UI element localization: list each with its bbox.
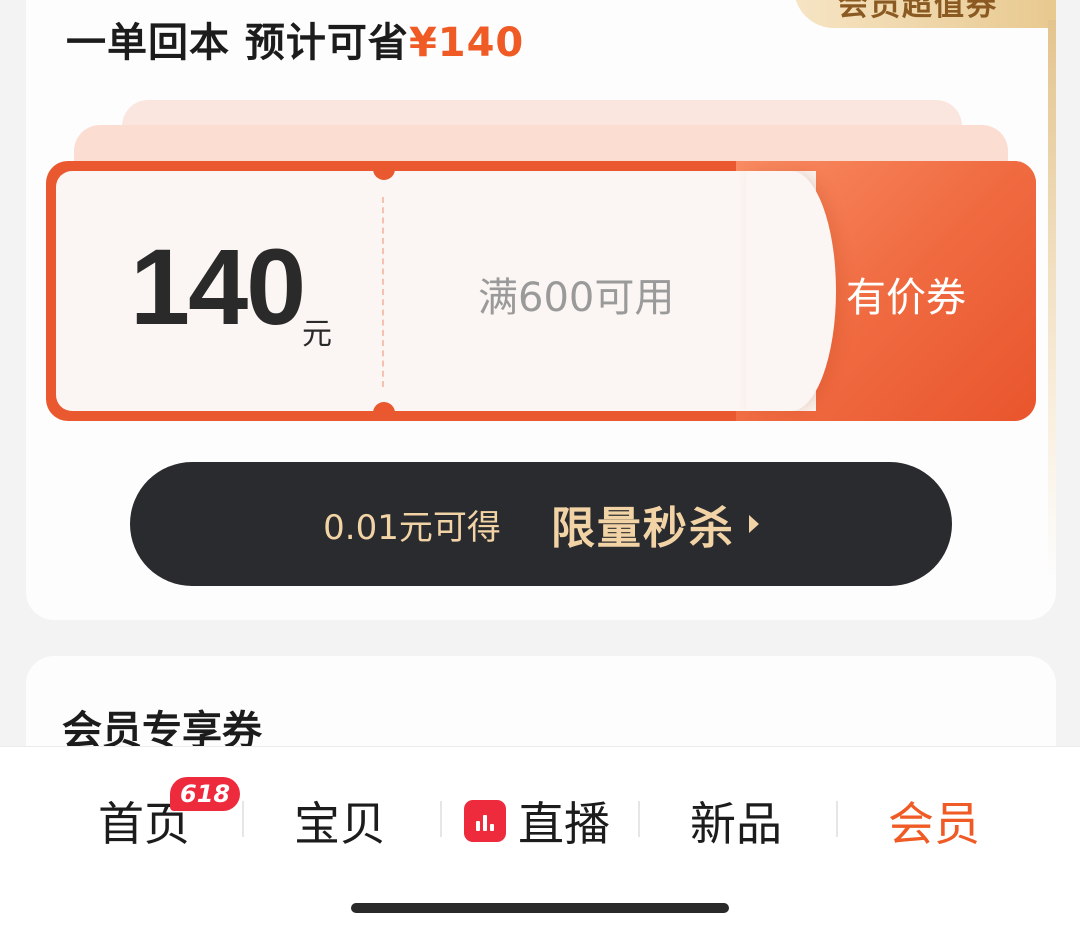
coupon-type-label: 有价券 [846,275,966,321]
coupon-amount: 140 [130,226,306,347]
promo-headline: 一单回本 预计可省¥140 [66,10,524,68]
coupon-notch-bottom [373,402,395,421]
member-value-badge: 会员超值券 [794,0,1056,28]
card-gold-edge [1048,20,1056,580]
tab-divider [242,801,244,837]
chevron-right-icon [748,515,759,533]
corner-badge-label: 会员超值券 [838,0,998,23]
tab-member[interactable]: 会员 [888,791,980,851]
coupon-unit: 元 [302,317,332,352]
flash-sale-button[interactable]: 0.01元可得 限量秒杀 [130,462,952,586]
tab-new-label: 新品 [690,797,782,851]
tab-divider [638,801,640,837]
flash-sale-label: 限量秒杀 [550,503,735,554]
tab-divider [440,801,442,837]
coupon-divider [382,197,384,387]
tab-items[interactable]: 宝贝 [294,791,386,851]
coupon-ticket[interactable]: 140 元 满600可用 有价券 [46,161,1036,421]
tab-member-label: 会员 [888,797,980,851]
tab-live[interactable]: 直播 [464,791,610,851]
tab-live-label: 直播 [518,797,610,851]
flash-sale-price: 0.01元可得 [323,507,501,548]
tab-new[interactable]: 新品 [690,791,782,851]
live-bars-icon [464,800,506,842]
tab-divider [836,801,838,837]
headline-price: ¥140 [408,20,525,66]
headline-text: 一单回本 预计可省 [66,20,409,66]
promo-618-badge: 618 [170,777,241,811]
home-indicator[interactable] [351,903,729,913]
coupon-curve [746,171,836,411]
tab-items-label: 宝贝 [294,797,386,851]
coupon-condition: 满600可用 [478,275,675,321]
